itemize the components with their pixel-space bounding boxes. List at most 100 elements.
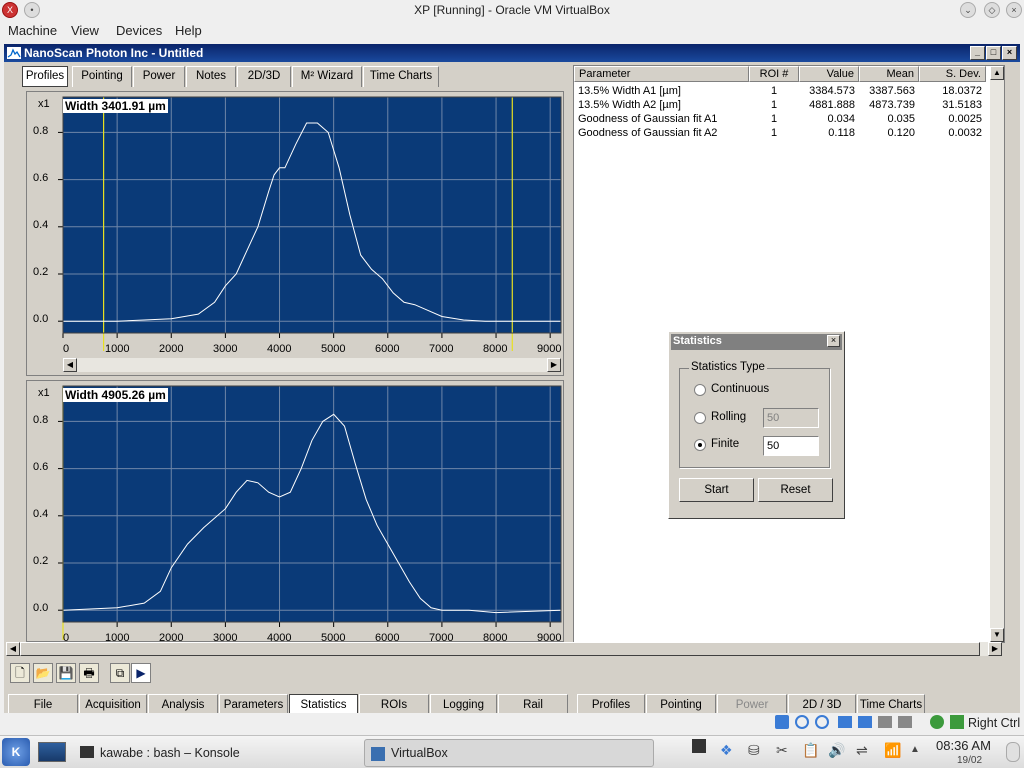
clock-time[interactable]: 08:36 AM bbox=[936, 738, 991, 753]
app-close-button[interactable]: × bbox=[1002, 46, 1017, 60]
tray-expand-icon[interactable]: ▲ bbox=[910, 744, 920, 755]
audio-status-icon[interactable] bbox=[815, 715, 829, 729]
maximize-icon[interactable]: ◇ bbox=[984, 2, 1000, 18]
scroll-left-icon[interactable]: ◀ bbox=[6, 642, 20, 656]
col-header-parameter[interactable]: Parameter bbox=[574, 66, 749, 82]
tab-pointing-bottom[interactable]: Pointing bbox=[646, 694, 716, 714]
col-header-sdev[interactable]: S. Dev. bbox=[919, 66, 986, 82]
optical-drive-icon[interactable] bbox=[795, 715, 809, 729]
tab-2d3d-bottom[interactable]: 2D / 3D bbox=[788, 694, 856, 714]
table-cell: 0.0025 bbox=[948, 113, 982, 125]
radio-continuous[interactable] bbox=[694, 384, 706, 396]
tab-logging[interactable]: Logging bbox=[430, 694, 497, 714]
app-title: NanoScan Photon Inc - Untitled bbox=[24, 46, 204, 60]
tray-monitor-icon[interactable] bbox=[692, 739, 706, 753]
width-readout-a1: Width 3401.91 µm bbox=[63, 99, 168, 113]
host-title-bar: X • XP [Running] - Oracle VM VirtualBox … bbox=[0, 0, 1024, 20]
menu-devices[interactable]: Devices bbox=[116, 23, 162, 38]
tab-profiles[interactable]: Profiles bbox=[22, 66, 68, 87]
tab-power-bottom[interactable]: Power bbox=[717, 694, 787, 714]
scroll-thumb[interactable] bbox=[20, 642, 980, 656]
table-row[interactable]: 13.5% Width A1 [µm] 1 3384.573 3387.563 18.0… bbox=[574, 84, 986, 98]
table-row[interactable]: Goodness of Gaussian fit A2 1 0.118 0.120 0.… bbox=[574, 126, 986, 140]
minimize-icon[interactable]: ⌄ bbox=[960, 2, 976, 18]
wifi-icon[interactable]: 📶 bbox=[884, 742, 902, 758]
scroll-down-icon[interactable]: ▼ bbox=[990, 628, 1004, 642]
tab-pointing[interactable]: Pointing bbox=[72, 66, 132, 87]
scissors-icon[interactable]: ✂ bbox=[776, 742, 792, 758]
table-row[interactable]: 13.5% Width A2 [µm] 1 4881.888 4873.739 31.5… bbox=[574, 98, 986, 112]
tab-power[interactable]: Power bbox=[133, 66, 185, 87]
dialog-close-button[interactable]: × bbox=[827, 335, 840, 347]
radio-finite[interactable] bbox=[694, 439, 706, 451]
table-cell: Goodness of Gaussian fit A2 bbox=[578, 127, 718, 139]
open-folder-icon[interactable]: 📂 bbox=[33, 663, 53, 683]
tab-time-charts[interactable]: Time Charts bbox=[363, 66, 439, 87]
table-row[interactable]: Goodness of Gaussian fit A1 1 0.034 0.035 0.… bbox=[574, 112, 986, 126]
tab-rail[interactable]: Rail bbox=[498, 694, 568, 714]
scroll-right-icon[interactable]: ▶ bbox=[547, 358, 561, 372]
finite-count-field[interactable]: 50 bbox=[763, 436, 819, 456]
app-title-bar: NanoScan Photon Inc - Untitled _ □ × bbox=[4, 44, 1020, 62]
tab-statistics[interactable]: Statistics bbox=[289, 694, 358, 714]
scroll-up-icon[interactable]: ▲ bbox=[990, 66, 1004, 80]
mouse-integration-icon[interactable] bbox=[930, 715, 944, 729]
table-cell: 1 bbox=[770, 127, 778, 139]
task-virtualbox[interactable]: VirtualBox bbox=[364, 739, 654, 767]
chart-a1-hscroll[interactable]: ◀ ▶ bbox=[63, 358, 561, 372]
app-minimize-button[interactable]: _ bbox=[970, 46, 985, 60]
x-tick: 5000 bbox=[321, 343, 346, 355]
menu-help[interactable]: Help bbox=[175, 23, 202, 38]
tab-profiles-bottom[interactable]: Profiles bbox=[577, 694, 645, 714]
tab-parameters[interactable]: Parameters bbox=[219, 694, 288, 714]
table-cell: 0.034 bbox=[827, 113, 855, 125]
reset-button[interactable]: Reset bbox=[758, 478, 833, 502]
col-header-value[interactable]: Value bbox=[799, 66, 859, 82]
scroll-right-icon[interactable]: ▶ bbox=[988, 642, 1002, 656]
x-axis-labels-a1: 0 1000 2000 3000 4000 5000 6000 7000 800… bbox=[63, 343, 561, 357]
tab-time-charts-bottom[interactable]: Time Charts bbox=[857, 694, 925, 714]
task-konsole[interactable]: kawabe : bash – Konsole bbox=[76, 740, 356, 766]
menu-view[interactable]: View bbox=[71, 23, 99, 38]
shared-folders-icon[interactable] bbox=[858, 716, 872, 728]
volume-icon[interactable]: 🔊 bbox=[828, 742, 845, 758]
col-header-mean[interactable]: Mean bbox=[859, 66, 919, 82]
clipboard-icon[interactable]: 📋 bbox=[802, 742, 819, 758]
print-icon[interactable]: 🖶 bbox=[79, 663, 99, 683]
table-cell: 1 bbox=[770, 113, 778, 125]
keyboard-capture-icon[interactable] bbox=[950, 715, 964, 729]
scroll-left-icon[interactable]: ◀ bbox=[63, 358, 77, 372]
new-file-icon[interactable]: 🗋 bbox=[10, 663, 30, 683]
menu-machine[interactable]: Machine bbox=[8, 23, 57, 38]
tab-m2-wizard[interactable]: M² Wizard bbox=[292, 66, 362, 87]
continuous-label: Continuous bbox=[711, 383, 770, 395]
save-icon[interactable]: 💾 bbox=[56, 663, 76, 683]
tab-rois[interactable]: ROIs bbox=[359, 694, 429, 714]
network-status-icon[interactable] bbox=[838, 716, 852, 728]
kde-menu-icon[interactable]: K bbox=[2, 738, 30, 766]
tab-file[interactable]: File bbox=[8, 694, 78, 714]
app-maximize-button[interactable]: □ bbox=[986, 46, 1001, 60]
cashew-icon[interactable] bbox=[1006, 742, 1020, 762]
close-icon[interactable]: × bbox=[1006, 2, 1022, 18]
drive-icon[interactable]: ⛁ bbox=[748, 742, 764, 758]
col-header-roi[interactable]: ROI # bbox=[749, 66, 799, 82]
dropbox-icon[interactable]: ❖ bbox=[720, 742, 736, 758]
tab-analysis[interactable]: Analysis bbox=[148, 694, 218, 714]
desktop-pager-icon[interactable] bbox=[38, 742, 66, 762]
tab-notes[interactable]: Notes bbox=[186, 66, 236, 87]
display-status-icon[interactable] bbox=[878, 716, 892, 728]
tab-2d3d[interactable]: 2D/3D bbox=[237, 66, 291, 87]
windows-icon[interactable]: ⧉ bbox=[110, 663, 130, 683]
profile-plot-a2[interactable] bbox=[27, 381, 565, 643]
radio-rolling[interactable] bbox=[694, 412, 706, 424]
usb-status-icon[interactable] bbox=[775, 715, 789, 729]
start-button[interactable]: Start bbox=[679, 478, 754, 502]
video-capture-icon[interactable] bbox=[898, 716, 912, 728]
play-icon[interactable]: ▶ bbox=[131, 663, 151, 683]
profile-plot-a1[interactable] bbox=[27, 92, 565, 377]
table-vscroll[interactable]: ▲ ▼ bbox=[990, 66, 1004, 642]
usb-tray-icon[interactable]: ⇌ bbox=[856, 742, 872, 758]
main-hscroll[interactable]: ◀ ▶ bbox=[6, 642, 1002, 656]
tab-acquisition[interactable]: Acquisition bbox=[79, 694, 147, 714]
